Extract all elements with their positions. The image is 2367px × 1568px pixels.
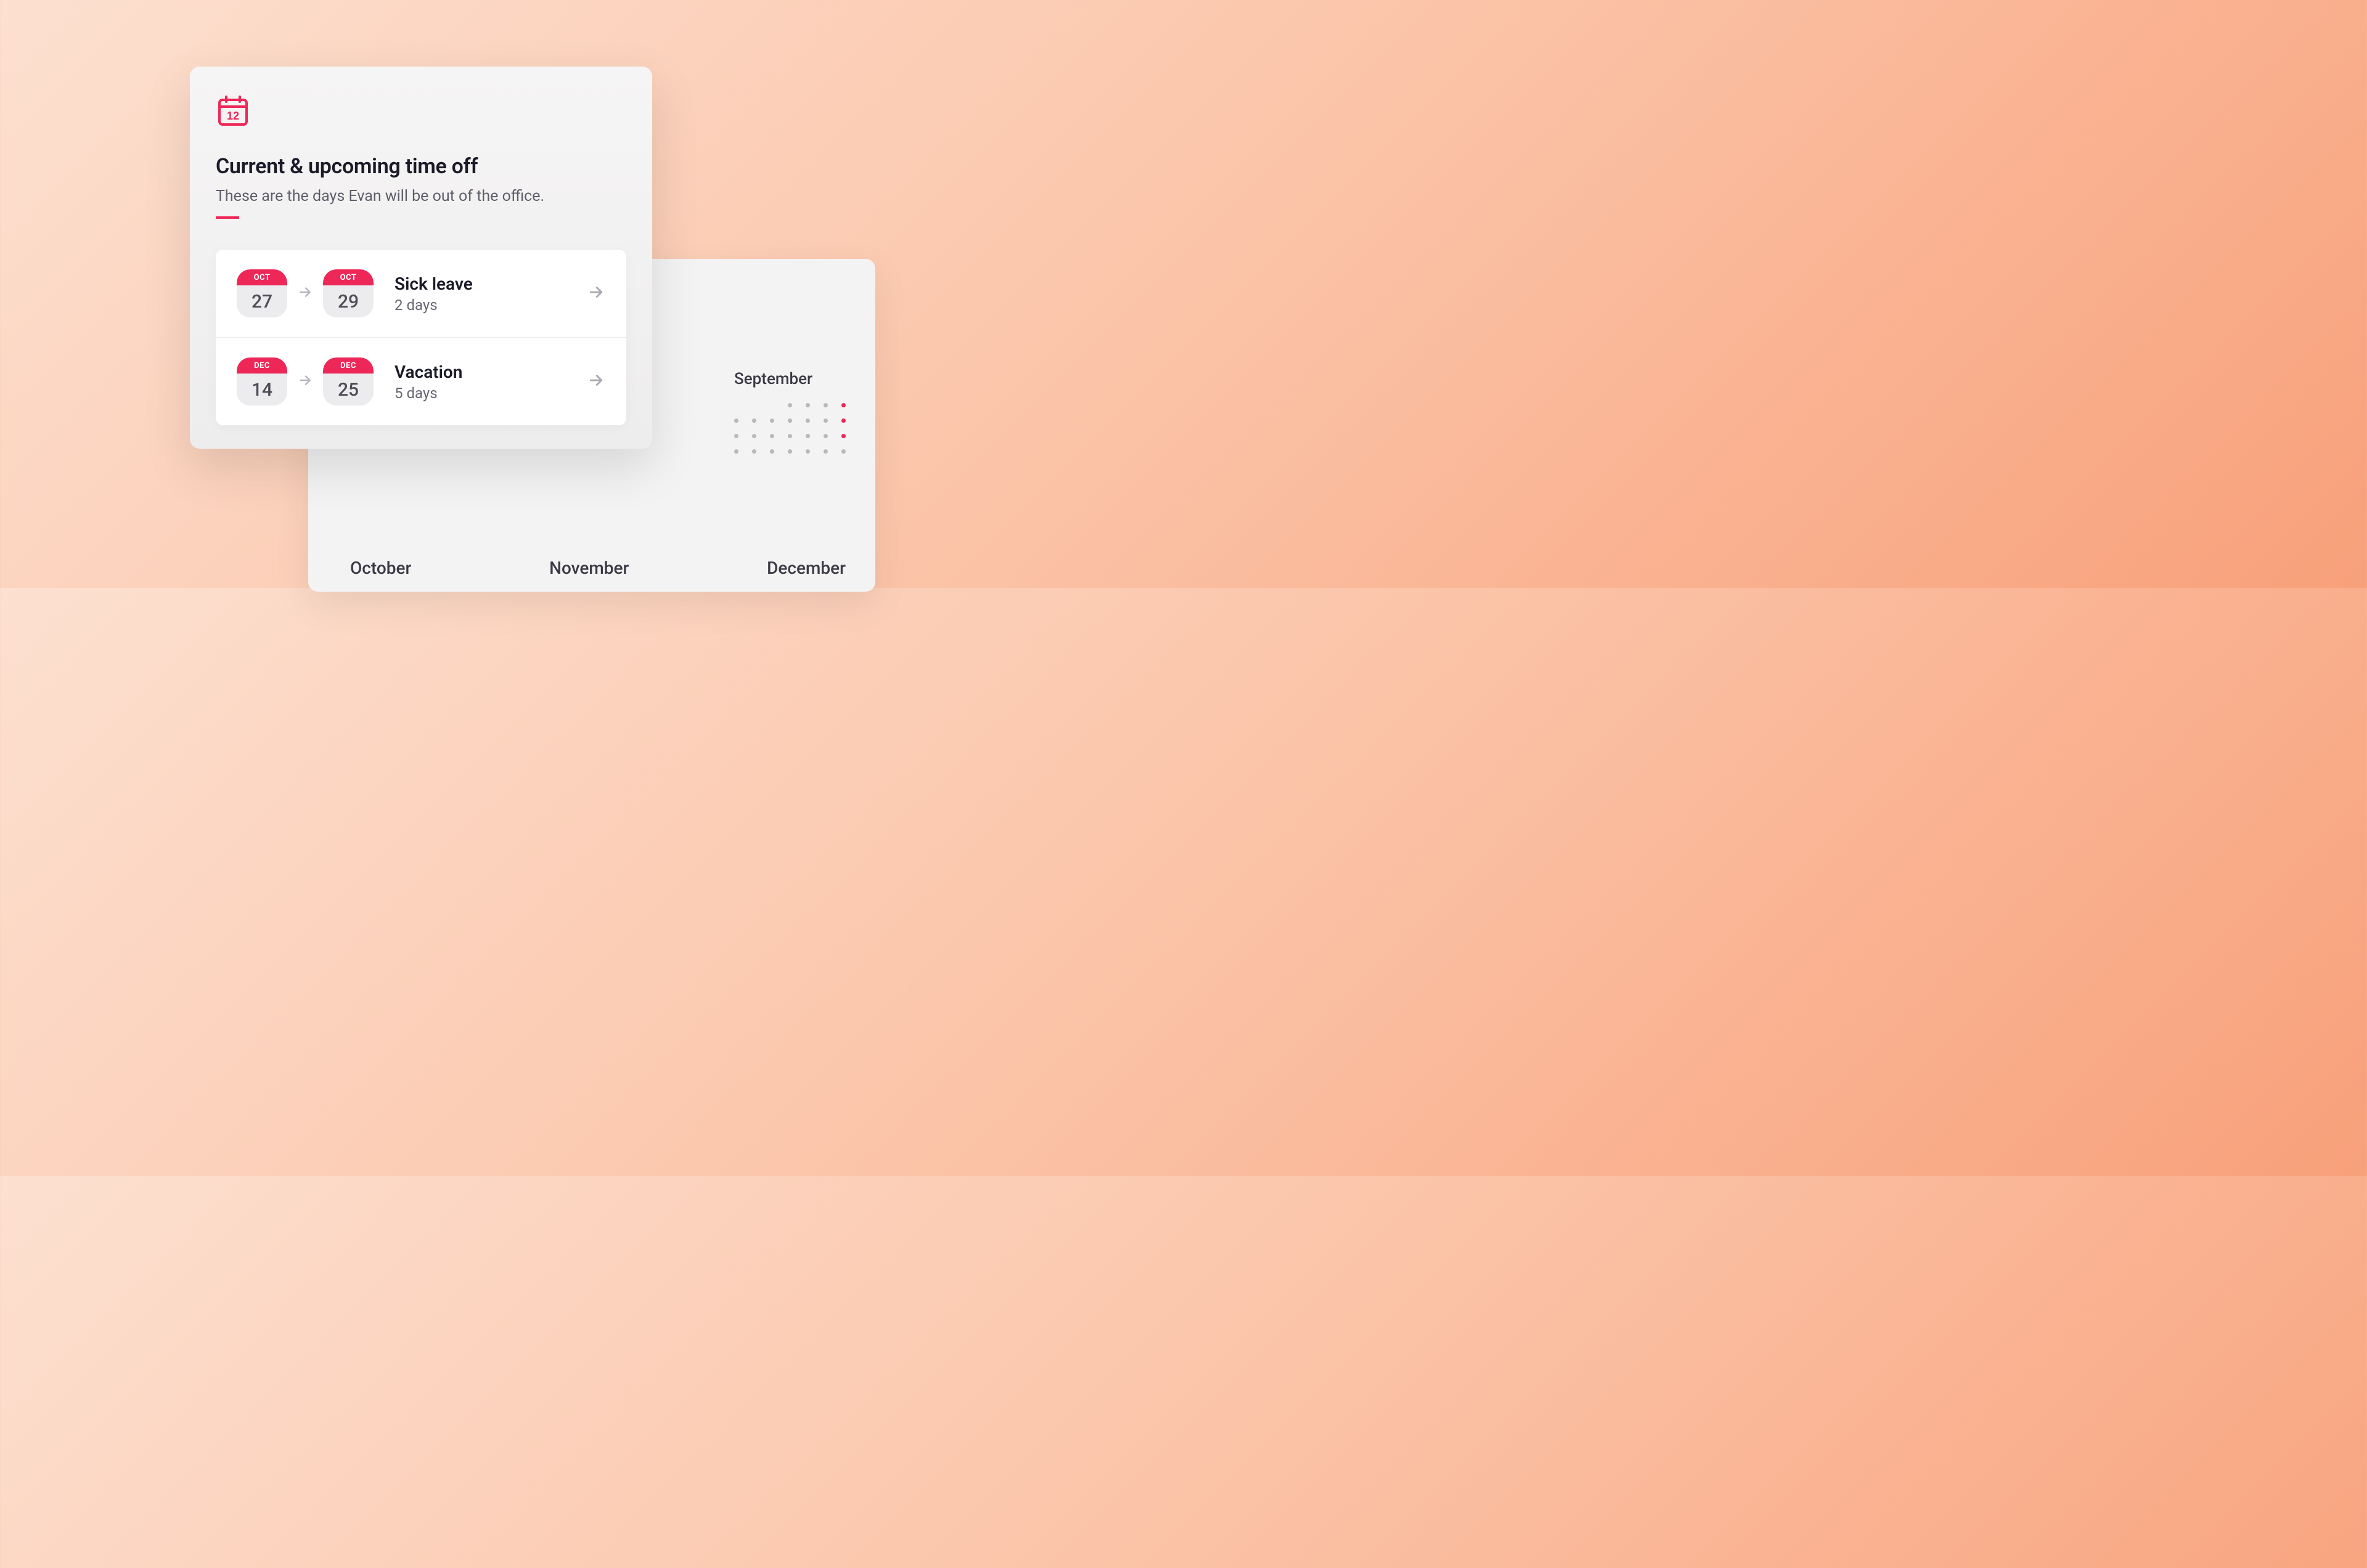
month-nav-item[interactable]: October xyxy=(350,558,411,578)
day-dot xyxy=(770,449,774,454)
arrow-right-icon xyxy=(587,283,605,304)
end-month: OCT xyxy=(340,273,357,282)
day-dot xyxy=(734,419,738,423)
entry-duration: 2 days xyxy=(394,296,577,314)
day-dot xyxy=(734,449,738,454)
day-dot xyxy=(752,449,756,454)
day-dot xyxy=(841,449,846,454)
start-month: DEC xyxy=(254,361,270,370)
time-off-entry[interactable]: OCT 27 OCT 29 Sick leave 2 days xyxy=(216,250,626,337)
start-day: 27 xyxy=(251,285,272,317)
arrow-right-icon xyxy=(297,372,313,391)
end-month: DEC xyxy=(340,361,356,370)
month-nav-item[interactable]: November xyxy=(549,558,629,578)
start-month: OCT xyxy=(254,273,271,282)
time-off-card: 12 Current & upcoming time off These are… xyxy=(190,67,652,449)
day-dot xyxy=(841,419,846,423)
day-dot xyxy=(806,434,810,438)
day-dot xyxy=(824,403,828,407)
day-dot xyxy=(788,403,792,407)
day-dot xyxy=(752,419,756,423)
day-dot xyxy=(806,419,810,423)
day-dot xyxy=(841,434,846,438)
day-dot xyxy=(770,419,774,423)
day-dot xyxy=(841,403,846,407)
day-dot xyxy=(788,434,792,438)
start-date-badge: OCT 27 xyxy=(237,269,287,317)
day-dot xyxy=(788,419,792,423)
calendar-icon: 12 xyxy=(216,94,626,131)
day-dot xyxy=(788,449,792,454)
entry-title: Vacation xyxy=(394,362,577,382)
day-dot xyxy=(770,434,774,438)
entry-title: Sick leave xyxy=(394,274,577,294)
start-day: 14 xyxy=(251,374,272,406)
day-dot xyxy=(734,434,738,438)
calendar-dot-grid xyxy=(734,403,846,454)
day-dot xyxy=(806,403,810,407)
end-date-badge: DEC 25 xyxy=(323,357,374,406)
day-dot xyxy=(806,449,810,454)
entry-duration: 5 days xyxy=(394,385,577,402)
end-day: 29 xyxy=(338,285,359,317)
card-subtitle: These are the days Evan will be out of t… xyxy=(216,187,626,205)
month-nav: October November December xyxy=(350,558,846,578)
day-dot xyxy=(752,434,756,438)
time-off-entry[interactable]: DEC 14 DEC 25 Vacation 5 days xyxy=(216,337,626,425)
day-dot xyxy=(824,434,828,438)
accent-divider xyxy=(216,216,239,219)
month-nav-item[interactable]: December xyxy=(767,558,846,578)
day-dot xyxy=(824,419,828,423)
start-date-badge: DEC 14 xyxy=(237,357,287,406)
svg-text:12: 12 xyxy=(227,110,239,122)
end-date-badge: OCT 29 xyxy=(323,269,374,317)
current-month-label: September xyxy=(734,370,846,388)
end-day: 25 xyxy=(338,374,359,406)
arrow-right-icon xyxy=(587,371,605,392)
day-dot xyxy=(824,449,828,454)
card-title: Current & upcoming time off xyxy=(216,154,626,179)
arrow-right-icon xyxy=(297,284,313,303)
time-off-entries: OCT 27 OCT 29 Sick leave 2 days DEC 14 xyxy=(216,250,626,425)
